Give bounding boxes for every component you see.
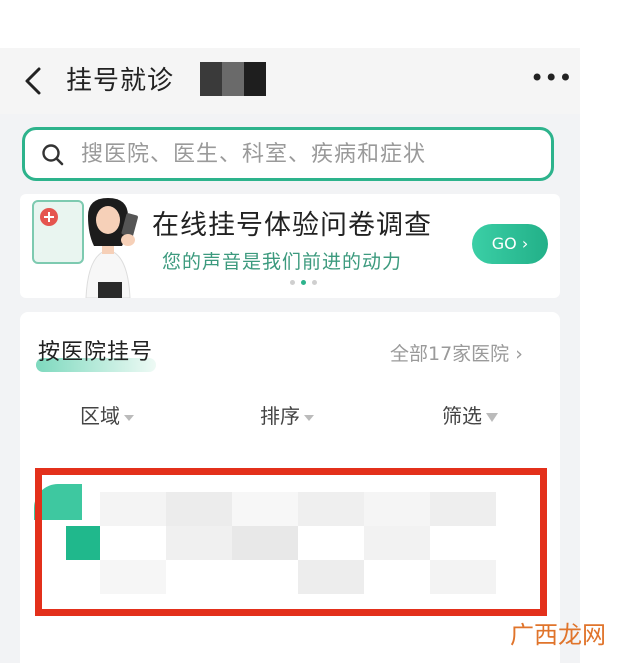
carousel-dot (290, 280, 295, 285)
dropdown-caret-icon (304, 414, 314, 421)
banner-title: 在线挂号体验问卷调查 (152, 210, 432, 241)
dropdown-caret-icon (124, 414, 134, 421)
app-screen: 挂号就诊 ••• 搜医院、医生、科室、疾病和症状 在线挂号体验问卷调查 您的声音… (0, 48, 580, 663)
hospital-list-item-redacted[interactable] (34, 472, 552, 622)
mosaic-block (100, 492, 166, 526)
filter-screen[interactable]: 筛选 (442, 402, 498, 430)
filter-sort-label: 排序 (260, 404, 300, 428)
watermark: 广西龙网 (510, 621, 606, 649)
all-hospitals-label: 全部17家医院 (390, 343, 510, 365)
hospital-booking-card: 按医院挂号 全部17家医院 › 区域 排序 筛选 (20, 312, 560, 663)
page-title: 挂号就诊 (66, 66, 175, 96)
search-placeholder: 搜医院、医生、科室、疾病和症状 (81, 142, 427, 167)
section-title: 按医院挂号 (38, 340, 154, 365)
medical-cross-icon (40, 208, 58, 226)
mosaic-block (232, 492, 298, 526)
mosaic-block (430, 492, 496, 526)
filter-sort[interactable]: 排序 (260, 402, 314, 430)
mosaic-block (364, 526, 430, 560)
carousel-dot-active (301, 280, 306, 285)
hospital-logo-redacted (66, 526, 100, 560)
mosaic-block (430, 560, 496, 594)
chevron-left-icon (25, 67, 41, 95)
hospital-logo-redacted (34, 484, 82, 520)
carousel-dot (312, 280, 317, 285)
all-hospitals-link[interactable]: 全部17家医院 › (390, 340, 523, 368)
mosaic-block (166, 492, 232, 526)
mosaic-block (298, 560, 364, 594)
mosaic-block (364, 492, 430, 526)
funnel-icon (486, 413, 498, 422)
doctor-illustration (85, 198, 138, 298)
redacted-name-mosaic (200, 62, 266, 96)
go-button-label: GO (491, 234, 517, 253)
mosaic-block (298, 492, 364, 526)
mosaic-block (100, 560, 166, 594)
back-button[interactable] (20, 64, 46, 98)
mosaic-block (166, 526, 232, 560)
more-options-button[interactable]: ••• (530, 66, 572, 94)
filter-region[interactable]: 区域 (80, 402, 134, 430)
filter-screen-label: 筛选 (442, 404, 482, 428)
filter-region-label: 区域 (80, 404, 120, 428)
survey-banner[interactable]: 在线挂号体验问卷调查 您的声音是我们前进的动力 GO › (20, 194, 560, 298)
banner-subtitle: 您的声音是我们前进的动力 (162, 251, 403, 273)
chevron-right-icon: › (515, 343, 523, 365)
search-icon (42, 144, 64, 166)
top-nav-bar: 挂号就诊 ••• (0, 48, 580, 114)
mosaic-block (232, 526, 298, 560)
carousel-indicator (290, 280, 317, 285)
go-button[interactable]: GO › (472, 224, 548, 264)
chevron-right-icon: › (521, 234, 529, 253)
search-input[interactable]: 搜医院、医生、科室、疾病和症状 (22, 127, 554, 181)
